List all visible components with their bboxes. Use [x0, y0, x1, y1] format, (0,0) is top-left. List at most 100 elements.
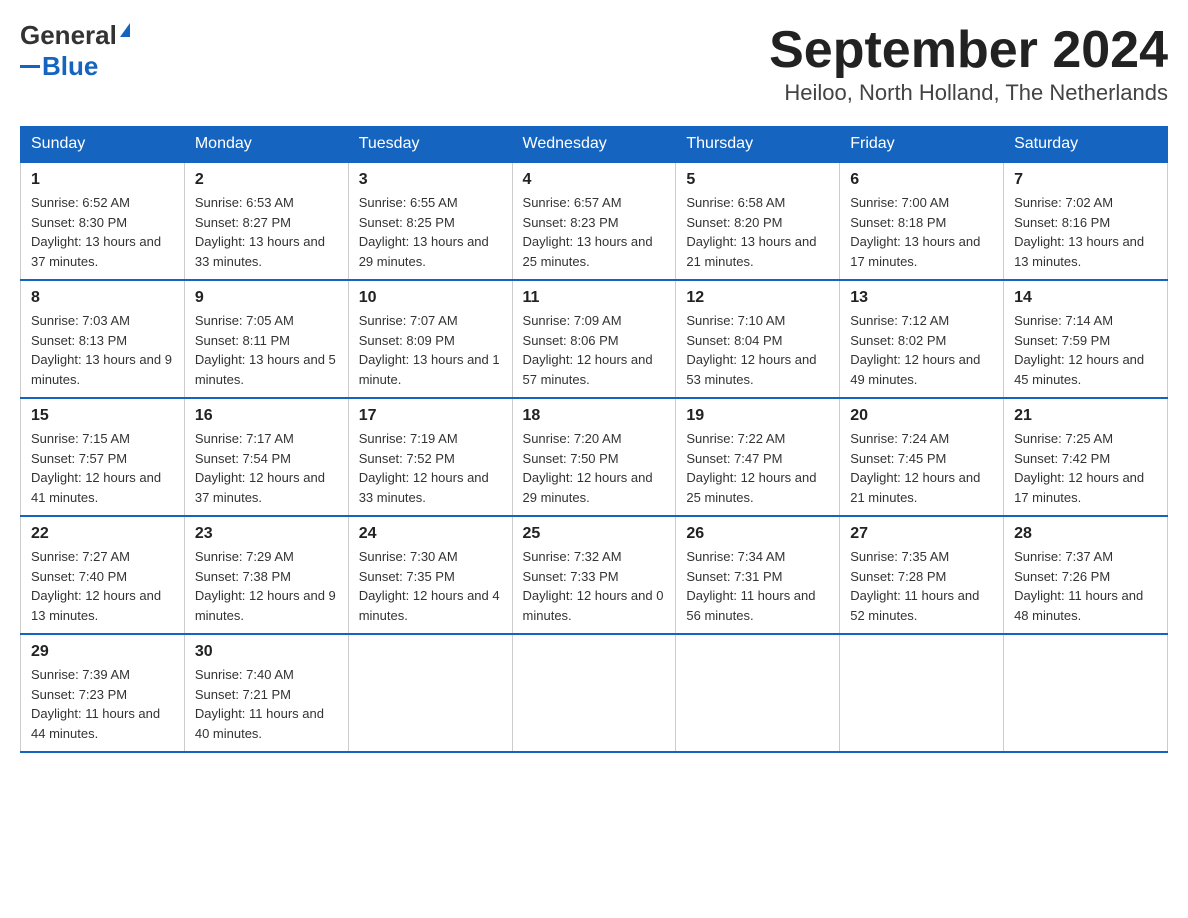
day-info: Sunrise: 7:15 AMSunset: 7:57 PMDaylight:…	[31, 429, 174, 507]
calendar-day-cell: 21Sunrise: 7:25 AMSunset: 7:42 PMDayligh…	[1004, 398, 1168, 516]
sunset-text: Sunset: 7:47 PM	[686, 451, 782, 466]
day-info: Sunrise: 7:37 AMSunset: 7:26 PMDaylight:…	[1014, 547, 1157, 625]
calendar-day-cell: 3 Sunrise: 6:55 AMSunset: 8:25 PMDaylight…	[348, 162, 512, 280]
sunrise-text: Sunrise: 7:30 AM	[359, 549, 458, 564]
calendar-day-cell: 13Sunrise: 7:12 AMSunset: 8:02 PMDayligh…	[840, 280, 1004, 398]
daylight-text: Daylight: 12 hours and 25 minutes.	[686, 470, 816, 505]
sunset-text: Sunset: 7:42 PM	[1014, 451, 1110, 466]
day-info: Sunrise: 7:24 AMSunset: 7:45 PMDaylight:…	[850, 429, 993, 507]
page-header: General Blue September 2024 Heiloo, Nort…	[20, 20, 1168, 106]
calendar-day-cell: 26 Sunrise: 7:34 AMSunset: 7:31 PMDayligh…	[676, 516, 840, 634]
day-info: Sunrise: 6:52 AM Sunset: 8:30 PM Daylight:…	[31, 193, 174, 271]
calendar-day-cell	[348, 634, 512, 752]
sunset-text: Sunset: 8:04 PM	[686, 333, 782, 348]
day-of-week-header: Tuesday	[348, 127, 512, 163]
day-number: 5	[686, 171, 829, 189]
day-number: 15	[31, 407, 174, 425]
day-number: 12	[686, 289, 829, 307]
day-info: Sunrise: 7:39 AM Sunset: 7:23 PM Daylight:…	[31, 665, 174, 743]
sunset-text: Sunset: 8:16 PM	[1014, 215, 1110, 230]
day-info: Sunrise: 7:35 AMSunset: 7:28 PMDaylight:…	[850, 547, 993, 625]
sunrise-text: Sunrise: 7:29 AM	[195, 549, 294, 564]
sunrise-text: Sunrise: 7:40 AM	[195, 667, 294, 682]
logo-line-icon	[20, 65, 40, 68]
day-number: 9	[195, 289, 338, 307]
day-info: Sunrise: 7:09 AMSunset: 8:06 PMDaylight:…	[523, 311, 666, 389]
daylight-text: Daylight: 12 hours and 33 minutes.	[359, 470, 489, 505]
day-info: Sunrise: 7:20 AMSunset: 7:50 PMDaylight:…	[523, 429, 666, 507]
day-info: Sunrise: 7:29 AMSunset: 7:38 PMDaylight:…	[195, 547, 338, 625]
daylight-text: Daylight: 11 hours and 52 minutes.	[850, 588, 979, 623]
daylight-text: Daylight: 13 hours and 17 minutes.	[850, 234, 980, 269]
sunset-text: Sunset: 7:35 PM	[359, 569, 455, 584]
calendar-day-cell: 19Sunrise: 7:22 AMSunset: 7:47 PMDayligh…	[676, 398, 840, 516]
day-of-week-header: Sunday	[21, 127, 185, 163]
day-number: 13	[850, 289, 993, 307]
sunrise-text: Sunrise: 7:39 AM	[31, 667, 130, 682]
day-info: Sunrise: 7:03 AMSunset: 8:13 PMDaylight:…	[31, 311, 174, 389]
daylight-text: Daylight: 12 hours and 17 minutes.	[1014, 470, 1144, 505]
sunset-text: Sunset: 7:59 PM	[1014, 333, 1110, 348]
sunrise-text: Sunrise: 7:15 AM	[31, 431, 130, 446]
calendar-day-cell: 23Sunrise: 7:29 AMSunset: 7:38 PMDayligh…	[184, 516, 348, 634]
sunset-text: Sunset: 8:02 PM	[850, 333, 946, 348]
sunrise-text: Sunrise: 7:24 AM	[850, 431, 949, 446]
calendar-body: 1Sunrise: 6:52 AMSunset: 8:30 PMDaylight…	[21, 162, 1168, 752]
sunset-text: Sunset: 8:09 PM	[359, 333, 455, 348]
sunrise-text: Sunrise: 7:00 AM	[850, 195, 949, 210]
title-section: September 2024 Heiloo, North Holland, Th…	[769, 20, 1168, 106]
calendar-day-cell	[840, 634, 1004, 752]
calendar-week-row: 15 Sunrise: 7:15 AM Sunset: 7:57 PM Dayligh…	[21, 398, 1168, 516]
day-number: 7	[1014, 171, 1157, 189]
sunset-text: Sunset: 7:57 PM	[31, 451, 127, 466]
daylight-text: Daylight: 11 hours and 44 minutes.	[31, 706, 160, 741]
sunset-text: Sunset: 7:26 PM	[1014, 569, 1110, 584]
sunrise-text: Sunrise: 6:58 AM	[686, 195, 785, 210]
sunrise-text: Sunrise: 6:55 AM	[359, 195, 458, 210]
sunrise-text: Sunrise: 7:03 AM	[31, 313, 130, 328]
day-info: Sunrise: 7:02 AMSunset: 8:16 PMDaylight:…	[1014, 193, 1157, 271]
sunrise-text: Sunrise: 7:35 AM	[850, 549, 949, 564]
daylight-text: Daylight: 13 hours and 29 minutes.	[359, 234, 489, 269]
calendar-day-cell: 14Sunrise: 7:14 AMSunset: 7:59 PMDayligh…	[1004, 280, 1168, 398]
sunset-text: Sunset: 8:06 PM	[523, 333, 619, 348]
day-info: Sunrise: 6:55 AMSunset: 8:25 PMDaylight:…	[359, 193, 502, 271]
sunrise-text: Sunrise: 7:02 AM	[1014, 195, 1113, 210]
day-number: 26	[686, 525, 829, 543]
calendar-day-cell: 18Sunrise: 7:20 AMSunset: 7:50 PMDayligh…	[512, 398, 676, 516]
calendar-day-cell	[676, 634, 840, 752]
day-number: 3	[359, 171, 502, 189]
calendar-day-cell: 2Sunrise: 6:53 AMSunset: 8:27 PMDaylight…	[184, 162, 348, 280]
daylight-text: Daylight: 12 hours and 13 minutes.	[31, 588, 161, 623]
sunrise-text: Sunrise: 6:52 AM	[31, 195, 130, 210]
day-number: 29	[31, 643, 174, 661]
sunset-text: Sunset: 7:23 PM	[31, 687, 127, 702]
day-info: Sunrise: 7:25 AMSunset: 7:42 PMDaylight:…	[1014, 429, 1157, 507]
day-number: 14	[1014, 289, 1157, 307]
day-number: 30	[195, 643, 338, 661]
day-info: Sunrise: 7:34 AMSunset: 7:31 PMDaylight:…	[686, 547, 829, 625]
sunrise-text: Sunrise: 7:19 AM	[359, 431, 458, 446]
calendar-day-cell: 16Sunrise: 7:17 AMSunset: 7:54 PMDayligh…	[184, 398, 348, 516]
calendar-day-cell: 29 Sunrise: 7:39 AM Sunset: 7:23 PM Dayligh…	[21, 634, 185, 752]
day-of-week-header: Friday	[840, 127, 1004, 163]
day-info: Sunrise: 7:19 AMSunset: 7:52 PMDaylight:…	[359, 429, 502, 507]
day-number: 10	[359, 289, 502, 307]
day-number: 25	[523, 525, 666, 543]
daylight-text: Daylight: 12 hours and 53 minutes.	[686, 352, 816, 387]
day-info: Sunrise: 7:07 AMSunset: 8:09 PMDaylight:…	[359, 311, 502, 389]
sunset-text: Sunset: 8:20 PM	[686, 215, 782, 230]
daylight-text: Daylight: 13 hours and 37 minutes.	[31, 234, 161, 269]
calendar-week-row: 29 Sunrise: 7:39 AM Sunset: 7:23 PM Dayligh…	[21, 634, 1168, 752]
calendar-week-row: 8Sunrise: 7:03 AMSunset: 8:13 PMDaylight…	[21, 280, 1168, 398]
sunrise-text: Sunrise: 7:14 AM	[1014, 313, 1113, 328]
day-info: Sunrise: 7:32 AMSunset: 7:33 PMDaylight:…	[523, 547, 666, 625]
day-number: 24	[359, 525, 502, 543]
calendar-day-cell	[1004, 634, 1168, 752]
daylight-text: Daylight: 12 hours and 37 minutes.	[195, 470, 325, 505]
daylight-text: Daylight: 12 hours and 49 minutes.	[850, 352, 980, 387]
calendar-day-cell: 25 Sunrise: 7:32 AMSunset: 7:33 PMDayligh…	[512, 516, 676, 634]
sunset-text: Sunset: 8:11 PM	[195, 333, 290, 348]
calendar-day-cell: 9Sunrise: 7:05 AMSunset: 8:11 PMDaylight…	[184, 280, 348, 398]
sunset-text: Sunset: 8:30 PM	[31, 215, 127, 230]
